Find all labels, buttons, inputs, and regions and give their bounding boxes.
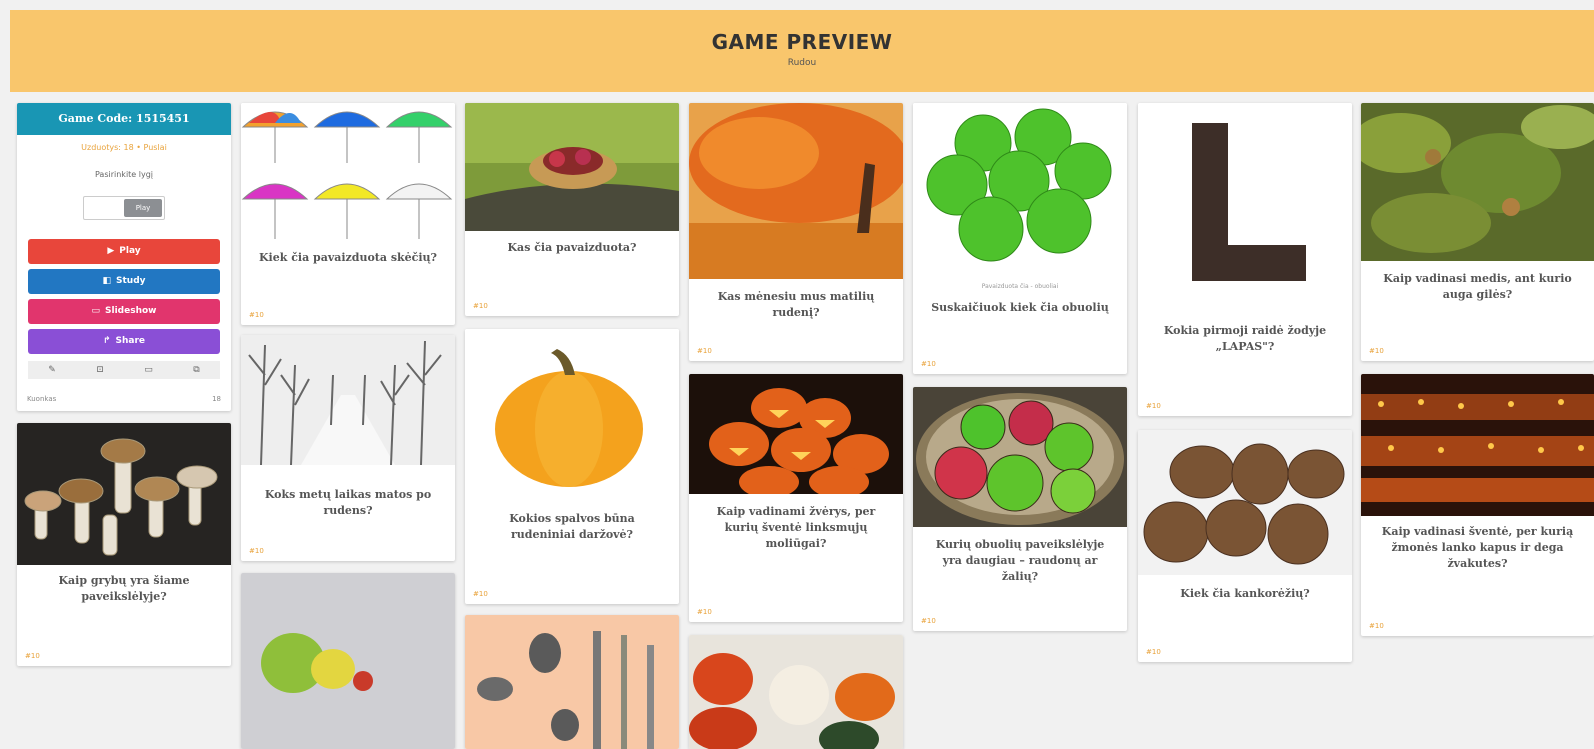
question-text: Kaip grybų yra šiame paveikslėlyje? (58, 574, 190, 603)
question-text: Suskaičiuok kiek čia obuolių (931, 301, 1109, 314)
owner-name[interactable]: Kuonkas (27, 395, 56, 403)
candles-image (1361, 374, 1594, 516)
question-text: Kurių obuolių paveikslėlyje yra daugiau … (935, 538, 1105, 583)
fruits-image (241, 573, 455, 749)
study-button-label: Study (116, 276, 146, 286)
umbrellas-image (241, 103, 455, 243)
play-button[interactable]: ▶ Play (28, 239, 220, 264)
card-meta: #10 (473, 302, 488, 310)
card-meta: #10 (473, 590, 488, 598)
question-card[interactable]: Kiek čia kankorėžių? #10 (1138, 430, 1352, 662)
level-go-button[interactable]: Play (124, 199, 162, 217)
card-meta: #10 (249, 547, 264, 555)
question-text: Kaip vadinasi medis, ant kurio auga gilė… (1383, 272, 1572, 301)
question-text: Kokios spalvos būna rudeniniai daržovė? (509, 512, 635, 541)
apples-bowl-image (913, 387, 1127, 527)
level-selector[interactable]: Play (83, 196, 165, 220)
question-card[interactable]: Kaip grybų yra šiame paveikslėlyje? #10 (17, 423, 231, 666)
oak-leaves-image (1361, 103, 1594, 261)
pumpkins-dog-image (689, 635, 903, 749)
copy-icon[interactable]: ⧉ (193, 365, 199, 375)
question-card[interactable] (465, 615, 679, 749)
question-text: Koks metų laikas matos po rudens? (264, 488, 432, 517)
embed-icon[interactable]: ⊡ (96, 365, 104, 375)
winter-trees-image (241, 335, 455, 465)
play-icon: ▶ (107, 246, 115, 256)
green-apples-image (913, 103, 1127, 277)
question-text: Kas čia pavaizduota? (507, 241, 637, 254)
letter-l-image (1138, 103, 1352, 303)
slideshow-button-label: Slideshow (105, 306, 157, 316)
card-meta: #10 (249, 311, 264, 319)
card-meta: #10 (921, 360, 936, 368)
question-card[interactable]: Kokia pirmoji raidė žodyje „LAPAS"? #10 (1138, 103, 1352, 416)
page-title: GAME PREVIEW (711, 30, 893, 54)
question-card[interactable]: Kiek čia pavaizduota skėčių? #10 (241, 103, 455, 325)
page-subtitle: Rudou (787, 58, 817, 68)
card-meta: #10 (921, 617, 936, 625)
card-meta: #10 (1146, 648, 1161, 656)
question-card[interactable]: Kaip vadinami žvėrys, per kurių šventė l… (689, 374, 903, 622)
question-card[interactable]: Koks metų laikas matos po rudens? #10 (241, 335, 455, 561)
question-card[interactable]: Kokios spalvos būna rudeniniai daržovė? … (465, 329, 679, 604)
question-card[interactable]: Kurių obuolių paveikslėlyje yra daugiau … (913, 387, 1127, 631)
question-card[interactable] (241, 573, 455, 749)
question-count: 18 (212, 395, 221, 403)
book-icon: ◧ (102, 276, 111, 286)
cones-sticks-image (465, 615, 679, 749)
screen-icon: ▭ (91, 306, 101, 316)
card-meta: #10 (697, 608, 712, 616)
card-meta: #10 (25, 652, 40, 660)
question-text: Kiek čia pavaizduota skėčių? (259, 251, 437, 264)
question-card[interactable]: Kaip vadinasi medis, ant kurio auga gilė… (1361, 103, 1594, 361)
preview-header: GAME PREVIEW Rudou (10, 10, 1594, 92)
card-meta: #10 (1146, 402, 1161, 410)
question-card[interactable]: Kas mėnesiu mus matilių rudenį? #10 (689, 103, 903, 361)
edit-icon[interactable]: ✎ (48, 365, 56, 375)
tool-bar: ✎ ⊡ ▭ ⧉ (28, 361, 220, 379)
pumpkin-image (465, 329, 679, 499)
pine-cones-image (1138, 430, 1352, 575)
question-card[interactable]: Kas čia pavaizduota? #10 (465, 103, 679, 316)
slideshow-button[interactable]: ▭ Slideshow (28, 299, 220, 324)
mushrooms-image (17, 423, 231, 565)
share-button-label: Share (115, 336, 146, 346)
game-info-card: Game Code: 1515451 Uzduotys: 18 • Puslai… (17, 103, 231, 411)
question-card[interactable]: Pavaizduota čia - obuoliai Suskaičiuok k… (913, 103, 1127, 374)
question-card[interactable]: Kaip vadinasi šventė, per kurią žmonės l… (1361, 374, 1594, 636)
jack-o-lanterns-image (689, 374, 903, 494)
play-button-label: Play (119, 246, 141, 256)
level-label: Pasirinkite lygį (94, 170, 154, 179)
card-meta: #10 (1369, 347, 1384, 355)
question-text: Kas mėnesiu mus matilių rudenį? (717, 290, 875, 319)
chestnut-image (465, 103, 679, 231)
autumn-tree-image (689, 103, 903, 279)
print-icon[interactable]: ▭ (144, 365, 153, 375)
study-button[interactable]: ◧ Study (28, 269, 220, 294)
card-meta: #10 (1369, 622, 1384, 630)
game-code-label: Game Code: 1515451 (17, 103, 231, 135)
question-card[interactable] (689, 635, 903, 749)
card-meta: #10 (697, 347, 712, 355)
image-credit: Pavaizduota čia - obuoliai (981, 283, 1059, 290)
share-icon: ↱ (102, 336, 111, 346)
game-stats: Uzduotys: 18 • Puslai (81, 143, 167, 152)
question-text: Kokia pirmoji raidė žodyje „LAPAS"? (1163, 324, 1327, 353)
question-text: Kaip vadinami žvėrys, per kurių šventė l… (716, 505, 876, 550)
question-text: Kiek čia kankorėžių? (1180, 587, 1310, 600)
share-button[interactable]: ↱ Share (28, 329, 220, 354)
question-text: Kaip vadinasi šventė, per kurią žmonės l… (1381, 525, 1574, 570)
